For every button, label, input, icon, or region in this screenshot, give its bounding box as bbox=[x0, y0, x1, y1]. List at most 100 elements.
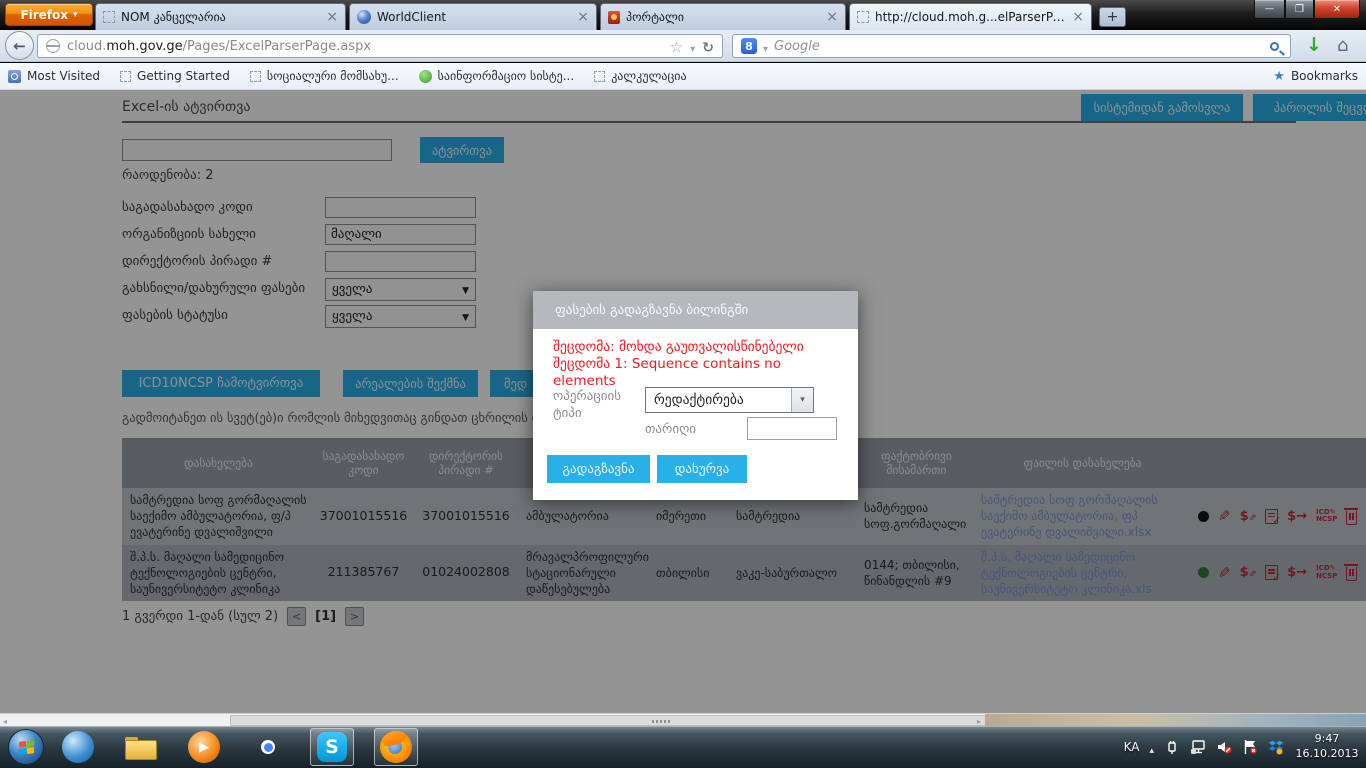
tab-nom[interactable]: NOM კანცელარია bbox=[95, 3, 346, 30]
search-input[interactable] bbox=[774, 39, 1264, 54]
firefox-menu-button[interactable]: Firefox bbox=[5, 3, 93, 26]
bookmark-most-visited[interactable]: Most Visited bbox=[8, 69, 100, 83]
home-icon[interactable] bbox=[1337, 35, 1348, 56]
bookmark-star-icon[interactable] bbox=[670, 37, 683, 56]
firefox-taskbar-button[interactable] bbox=[374, 728, 418, 766]
tab-worldclient[interactable]: WorldClient bbox=[349, 3, 597, 30]
url-domain: moh.gov.ge bbox=[106, 39, 182, 54]
start-button[interactable] bbox=[8, 729, 44, 765]
taskbar-clock[interactable]: 9:47 16.10.2013 bbox=[1294, 732, 1360, 762]
search-engine-dropdown-icon[interactable] bbox=[763, 37, 768, 56]
globe-favicon bbox=[357, 10, 371, 24]
bookmarks-icon bbox=[1273, 69, 1285, 84]
search-icon[interactable] bbox=[1270, 42, 1279, 51]
url-bar[interactable]: cloud.moh.gov.ge/Pages/ExcelParserPage.a… bbox=[37, 34, 723, 58]
placeholder-favicon bbox=[857, 11, 869, 23]
bookmark-info-system[interactable]: საინფორმაციო სისტე... bbox=[419, 69, 575, 83]
bookmarks-toolbar: Most Visited Getting Started სოციალური მ… bbox=[0, 63, 1366, 90]
taskbar-app-icon-1[interactable] bbox=[62, 731, 94, 763]
clock-date: 16.10.2013 bbox=[1294, 747, 1360, 762]
tab-close-icon[interactable] bbox=[1072, 11, 1084, 24]
downloads-icon[interactable] bbox=[1306, 34, 1322, 56]
send-prices-dialog: ფასების გადაგზავნა ბილინგში შეცდომა: მოხ… bbox=[533, 291, 858, 500]
placeholder-favicon bbox=[250, 71, 261, 82]
scrollbar-thumb[interactable] bbox=[230, 715, 1090, 726]
scrollbar-grip bbox=[660, 720, 662, 723]
bookmark-label: Getting Started bbox=[137, 69, 230, 83]
url-text[interactable]: cloud.moh.gov.ge/Pages/ExcelParserPage.a… bbox=[67, 39, 663, 54]
bookmarks-menu-label: Bookmarks bbox=[1291, 69, 1358, 83]
bookmark-label: Most Visited bbox=[27, 69, 100, 83]
scroll-left-icon[interactable] bbox=[3, 717, 7, 726]
show-hidden-icons-button[interactable] bbox=[1149, 738, 1154, 757]
tab-close-icon[interactable] bbox=[326, 11, 338, 24]
taskbar: KA 9:47 16.10.2013 bbox=[0, 726, 1366, 768]
dialog-close-button[interactable]: დახურვა bbox=[657, 455, 747, 483]
placeholder-favicon bbox=[594, 71, 605, 82]
tab-excel-parser-active[interactable]: http://cloud.moh.g...elParserPage.aspx bbox=[849, 3, 1092, 30]
windows-logo-icon bbox=[19, 740, 34, 755]
bookmark-getting-started[interactable]: Getting Started bbox=[120, 69, 230, 83]
tab-portal[interactable]: პორტალი bbox=[600, 3, 846, 30]
tab-title: NOM კანცელარია bbox=[121, 10, 320, 24]
volume-muted-icon[interactable] bbox=[1216, 739, 1232, 755]
search-bar[interactable] bbox=[732, 34, 1291, 58]
select-value: რედაქტირება bbox=[646, 392, 791, 408]
bookmark-label: საინფორმაციო სისტე... bbox=[438, 69, 575, 83]
system-tray: KA 9:47 16.10.2013 bbox=[1124, 726, 1360, 768]
bookmark-social-service[interactable]: სოციალური მომსახუ... bbox=[250, 69, 399, 83]
placeholder-favicon bbox=[120, 71, 131, 82]
minimize-button[interactable] bbox=[1254, 0, 1285, 19]
scroll-right-icon[interactable] bbox=[977, 717, 981, 726]
dropbox-icon[interactable] bbox=[1268, 739, 1284, 755]
screen: Firefox NOM კანცელარია WorldClient პორტა… bbox=[0, 0, 1366, 768]
new-tab-button[interactable] bbox=[1099, 7, 1126, 27]
placeholder-favicon bbox=[103, 11, 115, 23]
url-path: /Pages/ExcelParserPage.aspx bbox=[183, 39, 371, 54]
bookmarks-menu-button[interactable]: Bookmarks bbox=[1273, 69, 1358, 84]
skype-icon bbox=[317, 732, 347, 762]
tab-close-icon[interactable] bbox=[577, 11, 589, 24]
operation-type-select[interactable]: რედაქტირება bbox=[645, 387, 814, 413]
media-player-icon[interactable] bbox=[188, 731, 220, 763]
network-icon[interactable] bbox=[1190, 739, 1206, 755]
navigation-toolbar: cloud.moh.gov.ge/Pages/ExcelParserPage.a… bbox=[0, 30, 1366, 62]
maximize-button[interactable] bbox=[1285, 0, 1314, 19]
page-content: Excel-ის ატვირთვა სისტემიდან გამოსვლა პა… bbox=[0, 90, 1366, 713]
window-controls bbox=[1254, 0, 1360, 19]
site-identity-icon[interactable] bbox=[46, 39, 60, 53]
error-message: შეცდომა: მოხდა გაუთვალისწინებელი შეცდომა… bbox=[553, 339, 845, 390]
tab-title: პორტალი bbox=[626, 10, 820, 24]
operation-type-label: ოპერაციის ტიპი bbox=[553, 389, 637, 423]
chevron-down-icon[interactable] bbox=[791, 388, 813, 412]
green-app-favicon bbox=[419, 70, 432, 83]
back-button[interactable] bbox=[5, 31, 34, 60]
horizontal-scrollbar[interactable] bbox=[0, 713, 1366, 726]
action-center-flag-icon[interactable] bbox=[1242, 739, 1258, 755]
most-visited-icon bbox=[8, 70, 21, 83]
language-indicator[interactable]: KA bbox=[1124, 740, 1140, 754]
date-label: თარიღი bbox=[645, 422, 696, 437]
send-button[interactable]: გადაგზავნა bbox=[547, 455, 650, 483]
close-button[interactable] bbox=[1314, 0, 1360, 19]
bookmark-label: სოციალური მომსახუ... bbox=[267, 69, 399, 83]
tab-close-icon[interactable] bbox=[826, 11, 838, 24]
bookmark-label: კალკულაცია bbox=[611, 69, 686, 83]
google-logo-icon[interactable] bbox=[741, 38, 757, 54]
firefox-menu-label: Firefox bbox=[20, 8, 68, 22]
tab-title: WorldClient bbox=[377, 10, 571, 24]
bookmark-calculation[interactable]: კალკულაცია bbox=[594, 69, 686, 83]
reload-icon[interactable] bbox=[702, 37, 714, 56]
skype-taskbar-button[interactable] bbox=[310, 728, 354, 766]
dialog-title: ფასების გადაგზავნა ბილინგში bbox=[555, 303, 748, 318]
url-prefix: cloud. bbox=[67, 39, 106, 54]
firefox-icon bbox=[380, 731, 412, 763]
portal-favicon bbox=[608, 11, 620, 24]
tab-title: http://cloud.moh.g...elParserPage.aspx bbox=[875, 10, 1066, 24]
date-input[interactable] bbox=[747, 417, 837, 440]
url-dropdown-icon[interactable] bbox=[690, 37, 695, 56]
clock-time: 9:47 bbox=[1294, 732, 1360, 747]
power-icon[interactable] bbox=[1164, 739, 1180, 755]
window-titlebar: Firefox NOM კანცელარია WorldClient პორტა… bbox=[0, 0, 1366, 30]
dialog-titlebar[interactable]: ფასების გადაგზავნა ბილინგში bbox=[533, 291, 858, 329]
